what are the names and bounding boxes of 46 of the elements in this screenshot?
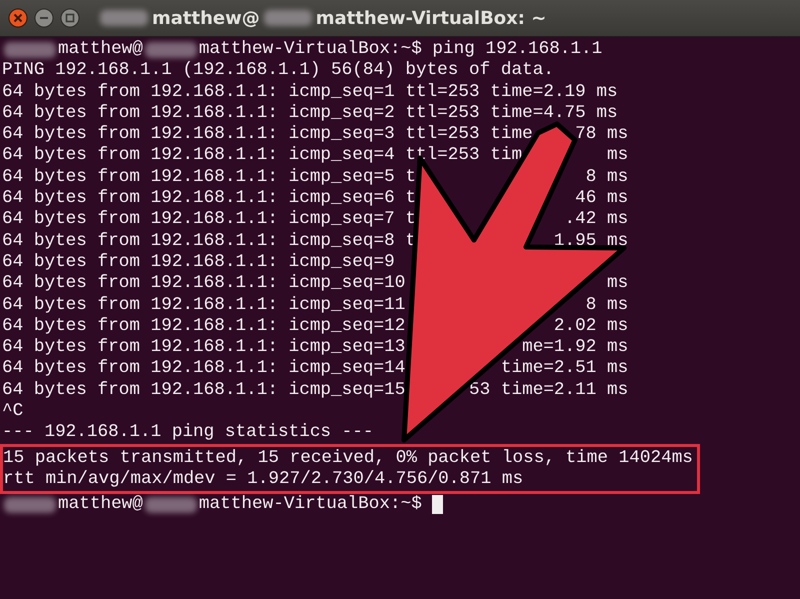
minimize-icon[interactable] [34, 8, 54, 28]
terminal-line: 64 bytes from 192.168.1.1: icmp_seq=15 [2, 380, 406, 402]
terminal-line: ^C [2, 401, 24, 422]
blurred-text [100, 10, 148, 26]
terminal-line: time=2.51 ms [500, 358, 628, 380]
terminal-line: 46 ms [575, 188, 628, 210]
blurred-text [4, 42, 56, 58]
terminal-line: .42 ms [564, 209, 628, 231]
terminal-line: 64 bytes from 192.168.1.1: icmp_seq=9 [2, 252, 395, 274]
terminal-line: 78 ms [575, 124, 628, 146]
terminal-line: 64 bytes from 192.168.1.1: icmp_seq=6 t [2, 188, 416, 210]
window-title: matthew@ [152, 8, 260, 28]
terminal-line: 8 ms [586, 294, 628, 316]
terminal-line: 64 bytes from 192.168.1.1: icmp_seq=12 [2, 316, 406, 338]
terminal-line: 8 ms [586, 166, 628, 188]
terminal-line: --- 192.168.1.1 ping statistics --- [2, 422, 374, 444]
terminal-line: matthew-VirtualBox:~$ [198, 494, 423, 516]
terminal-line: 64 bytes from 192.168.1.1: icmp_seq=14 [2, 358, 406, 380]
terminal-line: 64 bytes from 192.168.1.1: icmp_seq=13 [2, 337, 406, 358]
terminal-line: ms [607, 273, 628, 295]
terminal-line: 64 bytes from 192.168.1.1: icmp_seq=11 [2, 294, 406, 316]
terminal-line: 64 bytes from 192.168.1.1: icmp_seq=1 ttl=253 time=2.19 ms [2, 82, 618, 103]
window-title: matthew-VirtualBox: ~ [316, 8, 546, 28]
terminal-line: 64 bytes from 192.168.1.1: icmp_seq=7 t [2, 209, 416, 231]
blurred-text [144, 496, 197, 513]
terminal-line: matthew@ [58, 494, 143, 516]
blurred-text [4, 496, 56, 513]
terminal-line: 64 bytes from 192.168.1.1: icmp_seq=10 [2, 273, 406, 295]
blurred-text [264, 10, 312, 26]
terminal-line: 15 packets transmitted, 15 received, 0% packet loss, time 14024ms [3, 448, 693, 469]
terminal-line: PING 192.168.1.1 (192.168.1.1) 56(84) bytes of data. [2, 60, 554, 82]
terminal-line: ms [607, 145, 628, 167]
terminal-line: 2.02 ms [554, 316, 628, 338]
blurred-text [144, 42, 197, 58]
maximize-icon[interactable] [60, 8, 80, 28]
terminal-line: rtt min/avg/max/mdev = 1.927/2.730/4.756/0.871 ms [3, 468, 524, 490]
terminal-line: 64 bytes from 192.168.1.1: icmp_seq=3 ttl=253 time [2, 124, 533, 146]
terminal-line: matthew-VirtualBox:~$ ping 192.168.1.1 [198, 39, 602, 60]
terminal-line: 53 time=2.11 ms [469, 380, 628, 402]
terminal-line: 64 bytes from 192.168.1.1: icmp_seq=2 ttl=253 time=4.75 ms [2, 102, 618, 124]
terminal-line: 64 bytes from 192.168.1.1: icmp_seq=5 t [2, 166, 416, 188]
close-icon[interactable] [8, 8, 28, 28]
terminal-line: 64 bytes from 192.168.1.1: icmp_seq=4 ttl=253 tim [2, 145, 522, 167]
terminal-line: matthew@ [58, 39, 143, 60]
terminal-line: me=1.92 ms [522, 337, 628, 358]
terminal-line: 1.95 ms [554, 230, 628, 252]
